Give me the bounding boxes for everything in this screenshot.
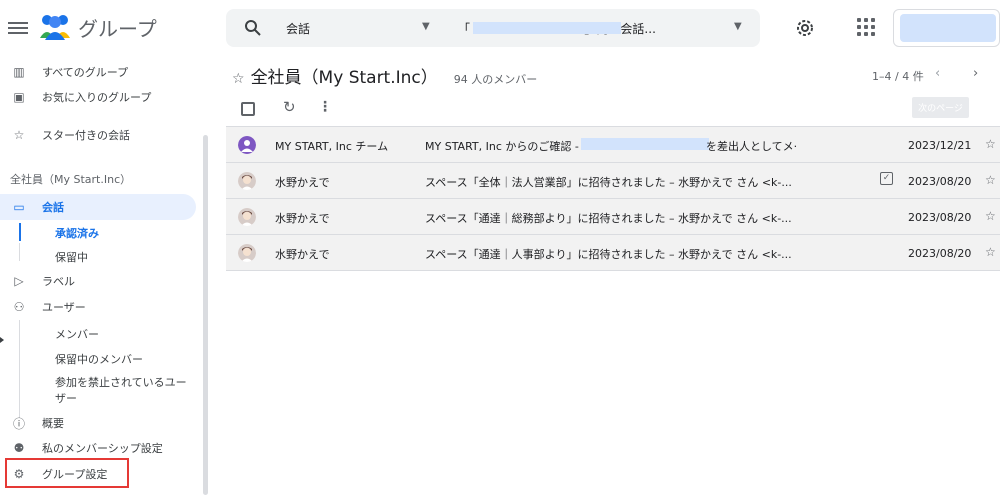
tree-line-active bbox=[19, 223, 21, 241]
table-row[interactable]: 水野かえで スペース「全体｜法人営業部」に招待されました – 水野かえで さん … bbox=[226, 163, 1000, 199]
sidebar-item-label: 概要 bbox=[42, 417, 64, 430]
sidebar: ▥ すべてのグループ ▣ お気に入りのグループ ☆ スター付きの会話 全社員（M… bbox=[0, 58, 205, 499]
search-scope-select[interactable]: 会話 bbox=[286, 20, 310, 37]
date-text: 2023/08/20 bbox=[908, 211, 972, 224]
page-title-row: ☆ 全社員（My Start.Inc） 94 人のメンバー bbox=[232, 63, 538, 88]
chevron-right-icon[interactable]: › bbox=[973, 66, 978, 81]
tree-line bbox=[19, 243, 20, 261]
subject-text: スペース「通達｜人事部より」に招待されました – 水野かえで さん <k-... bbox=[425, 248, 792, 261]
sidebar-item-conversations[interactable]: ▭ 会話 bbox=[0, 196, 64, 218]
subject-text: スペース「全体｜法人営業部」に招待されました – 水野かえで さん <k-... bbox=[425, 176, 792, 189]
refresh-icon[interactable]: ↻ bbox=[283, 98, 296, 116]
person-settings-icon: ⚉ bbox=[13, 441, 25, 455]
main-menu-button[interactable] bbox=[8, 20, 28, 36]
table-row[interactable]: MY START, Inc チーム MY START, Inc からのご確認 -… bbox=[226, 127, 1000, 163]
star-icon[interactable]: ☆ bbox=[985, 209, 996, 223]
app-title[interactable]: グループ bbox=[78, 13, 157, 42]
approved-check-icon: ✓ bbox=[880, 172, 893, 185]
sender-name: MY START, Inc チーム bbox=[275, 140, 389, 153]
sidebar-item-favorite-groups[interactable]: ▣ お気に入りのグループ bbox=[0, 86, 151, 108]
groups-logo-icon[interactable] bbox=[38, 12, 72, 42]
subject-text: スペース「通達｜総務部より」に招待されました – 水野かえで さん <k-... bbox=[425, 212, 792, 225]
table-row[interactable]: 水野かえで スペース「通達｜総務部より」に招待されました – 水野かえで さん … bbox=[226, 199, 1000, 235]
star-icon[interactable]: ☆ bbox=[985, 245, 996, 259]
subject-suffix: を差出人としてメ· bbox=[706, 140, 798, 153]
date-text: 2023/08/20 bbox=[908, 175, 972, 188]
sidebar-item-label: すべてのグループ bbox=[42, 66, 129, 79]
sidebar-item-pending[interactable]: 保留中 bbox=[55, 249, 88, 265]
search-options-chevron-icon[interactable]: ▼ bbox=[734, 21, 742, 32]
avatar bbox=[238, 208, 256, 226]
table-row[interactable]: 水野かえで スペース「通達｜人事部より」に招待されました – 水野かえで さん … bbox=[226, 235, 1000, 271]
sidebar-item-approved[interactable]: 承認済み bbox=[55, 225, 99, 241]
folder-star-icon: ▣ bbox=[13, 90, 25, 104]
label-icon: ▷ bbox=[14, 274, 24, 288]
page-title: 全社員（My Start.Inc） bbox=[250, 68, 438, 88]
avatar bbox=[238, 244, 256, 262]
sidebar-item-my-membership[interactable]: ⚉ 私のメンバーシップ設定 bbox=[0, 437, 163, 459]
subject-text: MY START, Inc からのご確認 - bbox=[425, 140, 579, 153]
sidebar-item-pending-members[interactable]: 保留中のメンバー bbox=[55, 351, 143, 367]
search-bar[interactable]: 会話 ▼ ▼ bbox=[226, 9, 760, 47]
sidebar-item-label: 会話 bbox=[42, 201, 64, 214]
pager-text: 1–4 / 4 件 bbox=[872, 70, 924, 83]
member-count[interactable]: 94 人のメンバー bbox=[454, 71, 538, 87]
gear-icon[interactable] bbox=[794, 17, 816, 39]
sidebar-item-members[interactable]: メンバー bbox=[55, 326, 99, 342]
star-icon: ☆ bbox=[13, 128, 25, 142]
sidebar-item-label: お気に入りのグループ bbox=[42, 91, 152, 104]
tree-line bbox=[19, 320, 20, 418]
account-avatar[interactable] bbox=[900, 14, 996, 42]
chevron-down-icon[interactable]: ▼ bbox=[422, 21, 430, 32]
date-text: 2023/12/21 bbox=[908, 139, 972, 152]
apps-grid-icon[interactable] bbox=[857, 18, 875, 36]
sidebar-item-starred[interactable]: ☆ スター付きの会話 bbox=[0, 124, 130, 146]
chevron-left-icon[interactable]: ‹ bbox=[935, 66, 940, 81]
highlight-box bbox=[5, 458, 129, 488]
redacted-group-name bbox=[473, 22, 621, 34]
star-icon[interactable]: ☆ bbox=[232, 71, 245, 87]
sender-name: 水野かえで bbox=[275, 212, 330, 225]
building-icon: ▥ bbox=[13, 65, 25, 79]
sidebar-item-labels[interactable]: ▷ ラベル bbox=[0, 270, 75, 292]
expand-arrow-icon[interactable] bbox=[0, 337, 4, 343]
star-icon[interactable]: ☆ bbox=[985, 173, 996, 187]
star-icon[interactable]: ☆ bbox=[985, 137, 996, 151]
sidebar-scrollbar[interactable] bbox=[203, 135, 208, 495]
more-vert-icon[interactable]: ⋮ bbox=[318, 99, 332, 115]
avatar bbox=[238, 136, 256, 154]
next-page-button[interactable]: 次のページ bbox=[912, 97, 969, 118]
sidebar-item-label: スター付きの会話 bbox=[42, 129, 130, 142]
redacted-email bbox=[581, 138, 709, 150]
sidebar-item-banned-members[interactable]: 参加を禁止されているユーザー bbox=[55, 375, 195, 407]
search-icon[interactable] bbox=[244, 19, 262, 37]
info-icon: ⓘ bbox=[12, 416, 25, 431]
select-all-checkbox[interactable] bbox=[241, 102, 255, 116]
sidebar-group-name: 全社員（My Start.Inc） bbox=[10, 173, 132, 186]
sidebar-item-users[interactable]: ⚇ ユーザー bbox=[0, 296, 86, 318]
sidebar-item-label: ユーザー bbox=[42, 301, 86, 314]
sidebar-item-about[interactable]: ⓘ 概要 bbox=[0, 412, 64, 434]
sidebar-item-label: ラベル bbox=[42, 275, 75, 288]
sender-name: 水野かえで bbox=[275, 176, 330, 189]
sender-name: 水野かえで bbox=[275, 248, 330, 261]
sidebar-item-all-groups[interactable]: ▥ すべてのグループ bbox=[0, 61, 128, 83]
people-icon: ⚇ bbox=[13, 300, 25, 314]
sidebar-item-label: 私のメンバーシップ設定 bbox=[42, 442, 163, 455]
conversation-list: MY START, Inc チーム MY START, Inc からのご確認 -… bbox=[226, 126, 1000, 271]
date-text: 2023/08/20 bbox=[908, 247, 972, 260]
conversation-icon: ▭ bbox=[13, 200, 25, 214]
avatar bbox=[238, 172, 256, 190]
